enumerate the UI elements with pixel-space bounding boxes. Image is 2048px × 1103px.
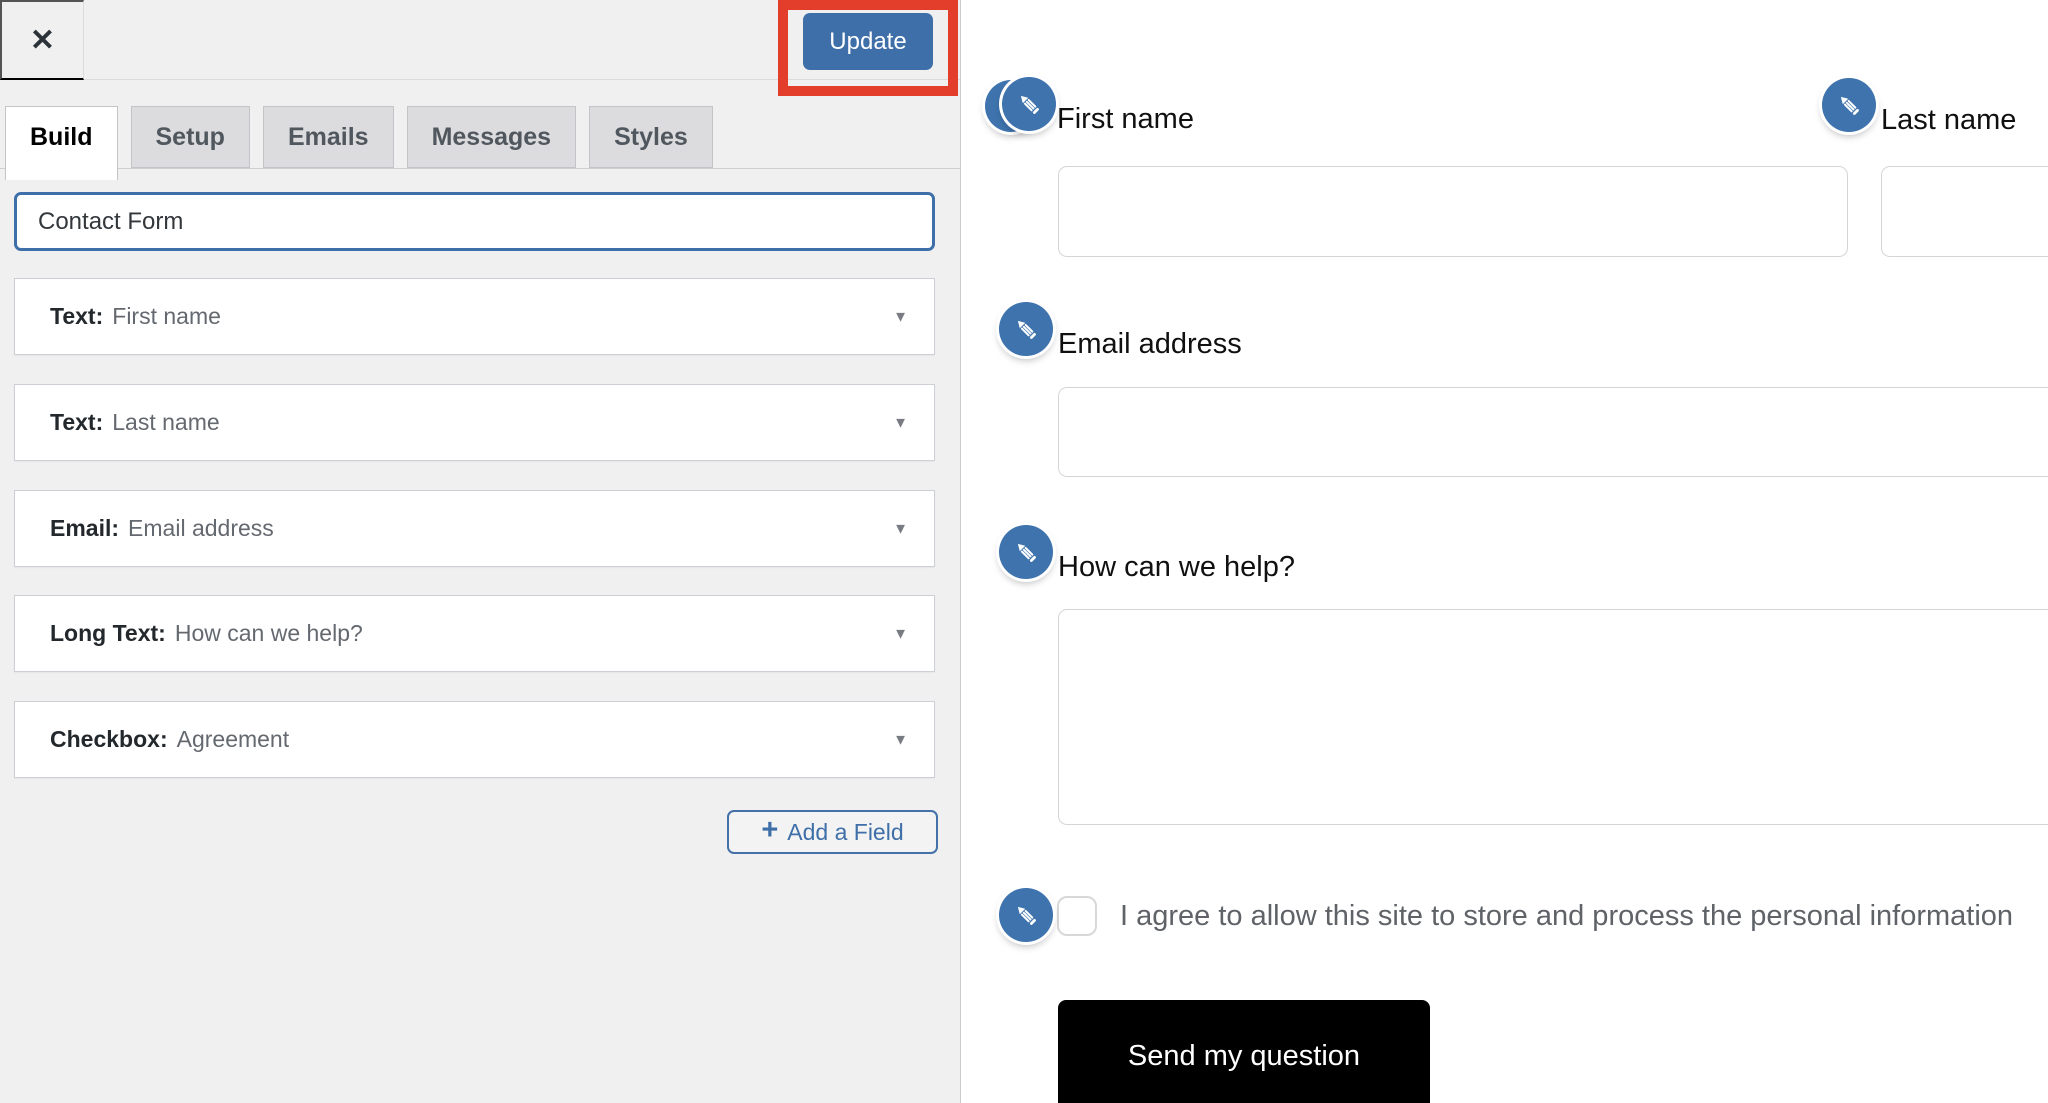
message-textarea[interactable] <box>1058 609 2048 825</box>
agreement-checkbox[interactable] <box>1057 896 1097 936</box>
field-type: Checkbox <box>50 726 160 752</box>
field-card-last-name[interactable]: Text: Last name ▼ <box>14 384 935 461</box>
field-type: Email <box>50 515 112 541</box>
first-name-input[interactable] <box>1058 166 1848 257</box>
field-type: Long Text <box>50 620 159 646</box>
form-builder-window: ✕ Update Build Setup Emails Messages Sty… <box>0 0 2048 1103</box>
add-field-button[interactable]: + Add a Field <box>727 810 938 854</box>
plus-icon: + <box>761 813 779 846</box>
pencil-icon <box>1015 318 1037 340</box>
field-type-separator: : <box>111 515 120 541</box>
pencil-icon <box>1015 541 1037 563</box>
dropdown-arrow-icon: ▼ <box>893 520 908 537</box>
agreement-label: I agree to allow this site to store and … <box>1120 900 2014 932</box>
message-label: How can we help? <box>1058 551 1295 583</box>
tab-emails[interactable]: Emails <box>262 106 394 168</box>
email-input[interactable] <box>1058 387 2048 477</box>
pencil-icon <box>1838 94 1860 116</box>
pencil-icon <box>1018 93 1040 115</box>
field-type: Text <box>50 409 96 435</box>
close-icon: ✕ <box>29 23 56 57</box>
tab-messages[interactable]: Messages <box>406 106 577 168</box>
tab-styles[interactable]: Styles <box>589 106 713 168</box>
form-preview-panel: First name Last name Email address How c… <box>962 0 2048 1103</box>
field-label: Last name <box>112 409 220 435</box>
field-card-email[interactable]: Email: Email address ▼ <box>14 490 935 567</box>
field-label: Agreement <box>176 726 290 752</box>
first-name-label: First name <box>1057 103 1194 135</box>
dropdown-arrow-icon: ▼ <box>893 308 908 325</box>
field-type-separator: : <box>158 620 166 646</box>
field-type-separator: : <box>159 726 168 752</box>
close-button[interactable]: ✕ <box>0 0 84 80</box>
edit-message-button[interactable] <box>999 525 1053 579</box>
edit-agreement-button[interactable] <box>999 888 1053 942</box>
field-label: First name <box>112 303 221 329</box>
pencil-icon <box>1015 904 1037 926</box>
field-label: How can we help? <box>174 620 363 646</box>
field-label: Email address <box>128 515 274 541</box>
builder-panel: ✕ Update Build Setup Emails Messages Sty… <box>0 0 961 1103</box>
field-card-long-text[interactable]: Long Text: How can we help? ▼ <box>14 595 935 672</box>
field-type: Text <box>50 303 96 329</box>
dropdown-arrow-icon: ▼ <box>893 625 908 642</box>
last-name-label: Last name <box>1881 104 2017 136</box>
submit-button[interactable]: Send my question <box>1058 1000 1430 1103</box>
last-name-input[interactable] <box>1881 166 2048 257</box>
field-card-checkbox[interactable]: Checkbox: Agreement ▼ <box>14 701 935 778</box>
field-type-separator: : <box>95 409 104 435</box>
tab-bar: Build Setup Emails Messages Styles <box>5 106 713 180</box>
edit-first-name-button[interactable] <box>1002 77 1056 131</box>
dropdown-arrow-icon: ▼ <box>893 414 908 431</box>
tab-setup[interactable]: Setup <box>130 106 250 168</box>
add-field-label: Add a Field <box>787 818 904 845</box>
builder-top-bar: ✕ Update <box>0 0 960 96</box>
edit-last-name-button[interactable] <box>1822 78 1876 132</box>
form-name-input[interactable] <box>14 192 935 251</box>
field-type-separator: : <box>95 303 104 329</box>
update-button[interactable]: Update <box>803 13 933 70</box>
dropdown-arrow-icon: ▼ <box>893 731 908 748</box>
edit-email-button[interactable] <box>999 302 1053 356</box>
field-card-first-name[interactable]: Text: First name ▼ <box>14 278 935 355</box>
email-label: Email address <box>1058 328 1242 360</box>
tab-build[interactable]: Build <box>5 106 118 180</box>
